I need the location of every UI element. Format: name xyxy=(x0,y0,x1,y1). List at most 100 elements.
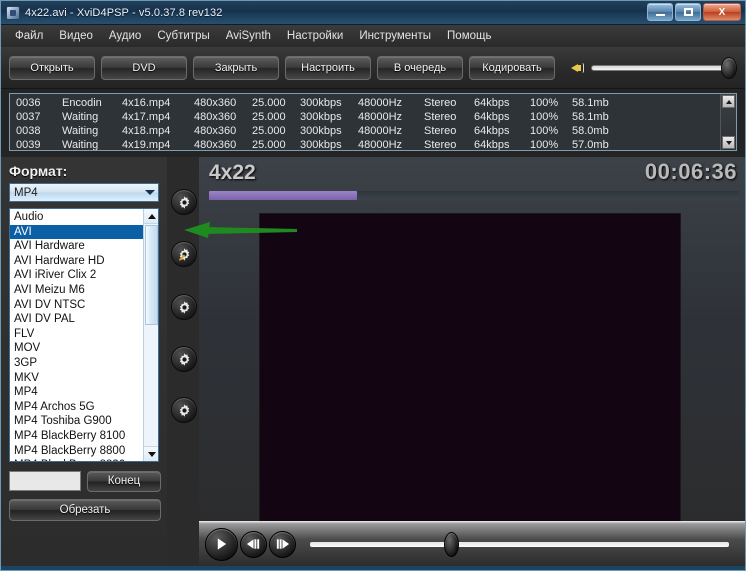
video-preview[interactable] xyxy=(259,213,681,525)
list-item[interactable]: MP4 BlackBerry 8100 xyxy=(10,429,143,444)
speaker-icon xyxy=(569,59,587,77)
cell-id: 0036 xyxy=(16,97,41,109)
progress-track[interactable] xyxy=(209,191,739,200)
menu-item-tools[interactable]: Инструменты xyxy=(351,28,439,44)
list-item[interactable]: MKV xyxy=(10,371,143,386)
list-item[interactable]: AVI DV PAL xyxy=(10,312,143,327)
list-item[interactable]: MOV xyxy=(10,341,143,356)
end-row: Конец xyxy=(9,470,161,492)
step-forward-button[interactable] xyxy=(269,530,296,558)
table-row[interactable]: 0038 Waiting 4x18.mp4 480x360 25.000 300… xyxy=(10,124,720,138)
volume-control[interactable] xyxy=(569,56,737,79)
list-item[interactable]: MP4 BlackBerry 8800 xyxy=(10,444,143,459)
job-list-rows: 0036 Encodin 4x16.mp4 480x360 25.000 300… xyxy=(10,94,720,150)
page-title: Формат: xyxy=(9,163,68,179)
menu-item-help[interactable]: Помощь xyxy=(439,28,499,44)
menu-item-video[interactable]: Видео xyxy=(51,28,101,44)
cell-channels: Stereo xyxy=(424,139,457,150)
chevron-down-icon[interactable] xyxy=(145,190,155,195)
media-duration: 00:06:36 xyxy=(644,159,737,184)
gear-icon[interactable] xyxy=(171,346,197,372)
list-item[interactable]: MP4 Toshiba G900 xyxy=(10,414,143,429)
list-item[interactable]: FLV xyxy=(10,327,143,342)
scroll-down-icon[interactable] xyxy=(144,446,158,461)
menu-item-subtitles[interactable]: Субтитры xyxy=(149,28,217,44)
job-list[interactable]: 0036 Encodin 4x16.mp4 480x360 25.000 300… xyxy=(9,93,737,151)
dvd-button[interactable]: DVD xyxy=(101,55,187,80)
scrollbar-thumb[interactable] xyxy=(145,225,158,325)
crop-button[interactable]: Обрезать xyxy=(9,499,161,521)
list-item[interactable]: AVI Meizu M6 xyxy=(10,283,143,298)
minimize-button[interactable] xyxy=(647,3,673,21)
open-button[interactable]: Открыть xyxy=(9,55,95,80)
gear-icon[interactable] xyxy=(171,189,197,215)
configure-button[interactable]: Настроить xyxy=(285,55,371,80)
list-item[interactable]: AVI Hardware HD xyxy=(10,254,143,269)
scroll-up-icon[interactable] xyxy=(722,95,735,108)
close-button[interactable]: X xyxy=(703,3,741,21)
job-list-scrollbar[interactable] xyxy=(720,94,736,150)
list-item[interactable]: Audio xyxy=(10,210,143,225)
list-item[interactable]: AVI iRiver Clix 2 xyxy=(10,268,143,283)
dropdown-scrollbar[interactable] xyxy=(143,209,158,461)
list-item[interactable]: AVI Hardware xyxy=(10,239,143,254)
seek-knob[interactable] xyxy=(444,531,460,557)
minimize-icon xyxy=(655,13,665,16)
end-button[interactable]: Конец xyxy=(87,470,161,492)
cell-size: 58.1mb xyxy=(572,111,609,123)
seek-slider[interactable] xyxy=(310,531,729,557)
list-item-selected[interactable]: AVI xyxy=(10,224,143,240)
player-panel: 4x22 00:06:36 xyxy=(199,157,745,567)
cell-resolution: 480x360 xyxy=(194,125,237,137)
gear-icon[interactable] xyxy=(171,294,197,320)
cell-fps: 25.000 xyxy=(252,139,286,150)
menu-item-file[interactable]: Файл xyxy=(7,28,51,44)
step-forward-icon xyxy=(276,539,290,549)
progress-fill xyxy=(209,191,358,200)
gear-icon[interactable] xyxy=(171,397,197,423)
format-combobox[interactable]: MP4 xyxy=(9,183,159,202)
status-strip xyxy=(1,566,745,570)
list-item[interactable]: AVI DV NTSC xyxy=(10,298,143,313)
list-item[interactable]: 3GP xyxy=(10,356,143,371)
scroll-down-icon[interactable] xyxy=(722,136,735,149)
play-button[interactable] xyxy=(205,527,238,561)
cell-samplerate: 48000Hz xyxy=(358,111,403,123)
format-panel: Формат: MP4 Audio AVI AVI Hardware AVI H… xyxy=(1,157,167,567)
menu-item-audio[interactable]: Аудио xyxy=(101,28,149,44)
maximize-button[interactable] xyxy=(675,3,701,21)
encode-button[interactable]: Кодировать xyxy=(469,55,555,80)
list-item[interactable]: MP4 BlackBerry 8830 xyxy=(10,458,143,461)
cell-status: Waiting xyxy=(62,139,99,150)
cell-status: Waiting xyxy=(62,125,99,137)
player-header: 4x22 00:06:36 xyxy=(199,157,745,200)
table-row[interactable]: 0039 Waiting 4x19.mp4 480x360 25.000 300… xyxy=(10,138,720,150)
cell-file: 4x17.mp4 xyxy=(122,111,171,123)
media-title: 4x22 xyxy=(209,161,256,184)
cell-status: Waiting xyxy=(62,111,99,123)
end-time-input[interactable] xyxy=(9,471,81,491)
list-item[interactable]: MP4 xyxy=(10,385,143,400)
volume-knob[interactable] xyxy=(721,56,737,79)
list-item[interactable]: MP4 Archos 5G xyxy=(10,400,143,415)
cell-size: 58.1mb xyxy=(572,97,609,109)
table-row[interactable]: 0037 Waiting 4x17.mp4 480x360 25.000 300… xyxy=(10,110,720,124)
play-icon xyxy=(217,538,227,550)
cell-percent: 100% xyxy=(530,139,559,150)
close-file-button[interactable]: Закрыть xyxy=(193,55,279,80)
table-row[interactable]: 0036 Encodin 4x16.mp4 480x360 25.000 300… xyxy=(10,96,720,110)
gear-pencil-icon[interactable] xyxy=(171,241,197,267)
cell-resolution: 480x360 xyxy=(194,139,237,150)
format-dropdown-list[interactable]: Audio AVI AVI Hardware AVI Hardware HD A… xyxy=(9,208,159,462)
volume-track[interactable] xyxy=(591,64,725,71)
step-back-button[interactable] xyxy=(240,530,267,558)
cell-channels: Stereo xyxy=(424,125,457,137)
cell-percent: 100% xyxy=(530,111,559,123)
cell-id: 0039 xyxy=(16,139,41,150)
add-to-queue-button[interactable]: В очередь xyxy=(377,55,463,80)
playback-controls xyxy=(199,521,745,567)
format-combobox-value: MP4 xyxy=(14,186,38,199)
scroll-up-icon[interactable] xyxy=(144,209,158,224)
menu-item-settings[interactable]: Настройки xyxy=(279,28,351,44)
menu-item-avisynth[interactable]: AviSynth xyxy=(218,28,279,44)
